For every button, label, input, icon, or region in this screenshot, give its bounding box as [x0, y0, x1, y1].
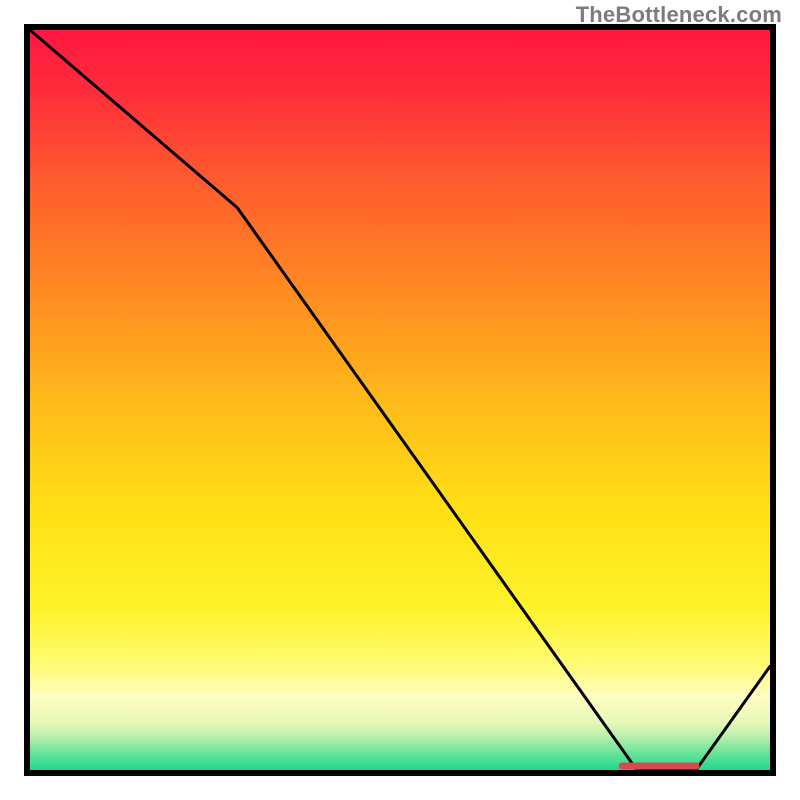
- bottleneck-chart: [0, 0, 800, 800]
- watermark-label: TheBottleneck.com: [576, 2, 782, 28]
- chart-container: TheBottleneck.com: [0, 0, 800, 800]
- plot-background: [30, 30, 770, 770]
